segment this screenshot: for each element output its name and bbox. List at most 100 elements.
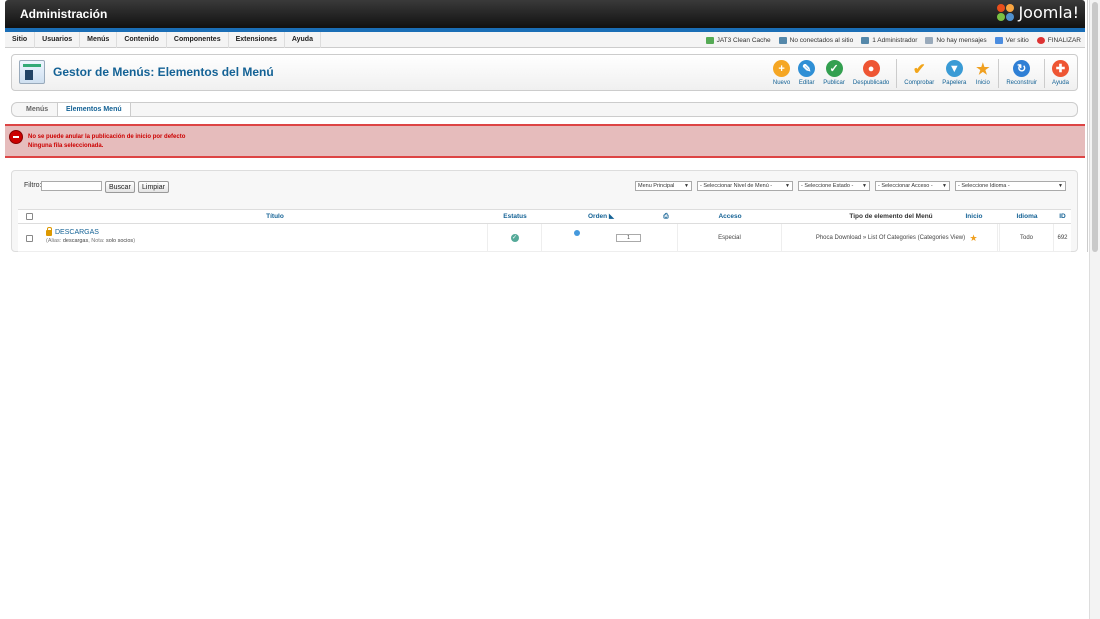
toolbar-separator	[896, 59, 898, 88]
col-home[interactable]: Inicio	[950, 210, 998, 225]
search-button[interactable]: Buscar	[105, 181, 135, 193]
unpublish-icon: ●	[862, 60, 880, 77]
error-line-1: No se puede anular la publicación de ini…	[28, 134, 186, 140]
status-label: Ver sitio	[1005, 36, 1029, 44]
ayuda-button[interactable]: ✚ Ayuda	[1048, 58, 1073, 89]
cache-icon	[705, 36, 714, 44]
status-label: 1 Administrador	[872, 36, 918, 44]
select-all-cell	[18, 210, 40, 225]
papelera-button[interactable]: ▼ Papelera	[938, 58, 970, 89]
item-title: DESCARGAS	[55, 229, 99, 236]
state-select[interactable]: - Seleccione Estado -	[798, 181, 870, 191]
table-header: Título Estatus Orden ◣ ⎙ Acceso Tipo de …	[18, 209, 1071, 224]
publicar-button[interactable]: ✓ Publicar	[819, 58, 849, 89]
alias-value: descargas	[62, 238, 89, 244]
submenu-menus[interactable]: Menús	[18, 103, 56, 116]
menu-item-ayuda[interactable]: Ayuda	[285, 32, 321, 48]
editar-button[interactable]: ✎ Editar	[794, 58, 819, 89]
item-alias: (Alias: descargas, Nota: solo socios)	[46, 238, 136, 244]
note-value: solo socios	[105, 238, 134, 244]
lock-icon	[46, 226, 52, 236]
select-all-checkbox[interactable]	[25, 213, 33, 220]
reconstruir-button[interactable]: ↻ Reconstruir	[1002, 58, 1041, 89]
page-scrollbar[interactable]	[1089, 0, 1100, 619]
status-label: FINALIZAR	[1047, 36, 1081, 44]
status-item-5[interactable]: Ver sitio	[994, 36, 1029, 44]
error-line-2: Ninguna fila seleccionada.	[28, 143, 104, 149]
row-checkbox[interactable]	[25, 234, 33, 242]
menu-item-menus[interactable]: Menús	[80, 32, 118, 48]
toolbar: Gestor de Menús: Elementos del Menú + Nue…	[11, 54, 1078, 91]
users-icon	[778, 36, 787, 44]
status-item-6[interactable]: FINALIZAR	[1036, 36, 1081, 44]
title-cell: DESCARGAS (Alias: descargas, Nota: solo …	[40, 224, 488, 252]
access-cell: Especial	[678, 224, 782, 252]
trash-icon: ▼	[945, 60, 963, 77]
submenu: Menús Elementos Menú	[11, 102, 1078, 117]
inicio-button[interactable]: ★ Inicio	[970, 58, 995, 89]
order-cell: 1	[580, 224, 678, 252]
home-star-icon[interactable]: ★	[969, 233, 977, 244]
col-id[interactable]: ID	[1054, 210, 1071, 225]
note-label: Nota:	[91, 238, 105, 244]
save-order-icon[interactable]: ⎙	[656, 210, 676, 225]
menu-item-componentes[interactable]: Componentes	[167, 32, 229, 48]
language-select[interactable]: - Seleccione Idioma -	[955, 181, 1066, 191]
publish-icon: ✓	[825, 60, 843, 77]
admin-title: Administración	[20, 7, 108, 21]
access-select[interactable]: - Seleccionar Acceso -	[875, 181, 950, 191]
menu-item-extensiones[interactable]: Extensiones	[229, 32, 285, 48]
comprobar-button[interactable]: ✔ Comprobar	[900, 58, 938, 89]
nuevo-button[interactable]: + Nuevo	[769, 58, 794, 89]
check-in-icon: ✔	[912, 60, 926, 78]
new-icon: +	[773, 60, 791, 77]
menu-manager-icon	[19, 60, 45, 84]
menu-item-contenido[interactable]: Contenido	[117, 32, 167, 48]
toolbar-label: Inicio	[975, 80, 990, 86]
joomla-logo-icon	[997, 3, 1015, 22]
toolbar-label: Papelera	[942, 80, 967, 86]
toolbar-label: Reconstruir	[1006, 80, 1037, 86]
scrollbar-thumb[interactable]	[1092, 2, 1098, 252]
menu-select[interactable]: Menu Principal	[635, 181, 692, 191]
view-site-icon	[994, 36, 1003, 44]
toolbar-separator	[1044, 59, 1045, 88]
joomla-logo[interactable]: Joomla!	[997, 3, 1079, 22]
col-title[interactable]: Título	[40, 210, 510, 225]
status-item-3: 1 Administrador	[861, 36, 918, 44]
despublicado-button[interactable]: ● Despublicado	[849, 58, 893, 89]
menu-item-usuarios[interactable]: Usuarios	[35, 32, 81, 48]
col-status[interactable]: Estatus	[488, 210, 542, 225]
order-arrow-cell	[542, 224, 580, 252]
status-item-1: JAT3 Clean Cache	[705, 36, 771, 44]
edit-icon: ✎	[798, 60, 816, 77]
order-input[interactable]: 1	[616, 234, 641, 242]
error-icon	[9, 130, 23, 144]
rebuild-icon: ↻	[1013, 60, 1031, 77]
admin-window: Administración Joomla! Sitio Usuarios Menú…	[0, 0, 1088, 252]
col-access[interactable]: Acceso	[678, 210, 782, 225]
toolbar-label: Editar	[798, 80, 815, 86]
toolbar-label: Ayuda	[1052, 80, 1069, 86]
status-label: No conectados al sitio	[789, 36, 854, 44]
status-item-2: No conectados al sitio	[778, 36, 854, 44]
clear-button[interactable]: Limpiar	[138, 181, 169, 193]
home-cell: ★	[950, 224, 998, 252]
col-language[interactable]: Idioma	[1000, 210, 1054, 225]
filter-label: Filtro:	[24, 182, 42, 189]
status-item-4: No hay mensajes	[925, 36, 987, 44]
status-area: JAT3 Clean Cache No conectados al sitio 1 …	[698, 32, 1081, 48]
published-icon[interactable]: ✓	[510, 234, 519, 242]
items-panel: Filtro: Buscar Limpiar Menu Principal - …	[11, 170, 1078, 252]
logout-icon	[1036, 36, 1045, 44]
level-select[interactable]: - Seleccionar Nivel de Menú -	[697, 181, 793, 191]
error-message: No se puede anular la publicación de ini…	[5, 124, 1085, 158]
alias-label: Alias:	[47, 238, 62, 244]
filter-input[interactable]	[41, 181, 102, 191]
menu-item-sitio[interactable]: Sitio	[5, 32, 36, 48]
submenu-menu-items[interactable]: Elementos Menú	[57, 103, 131, 116]
toolbar-label: Despublicado	[852, 80, 890, 86]
status-label: JAT3 Clean Cache	[716, 36, 771, 44]
item-title-link[interactable]: DESCARGAS	[46, 226, 99, 236]
col-order-label: Orden	[588, 213, 608, 220]
